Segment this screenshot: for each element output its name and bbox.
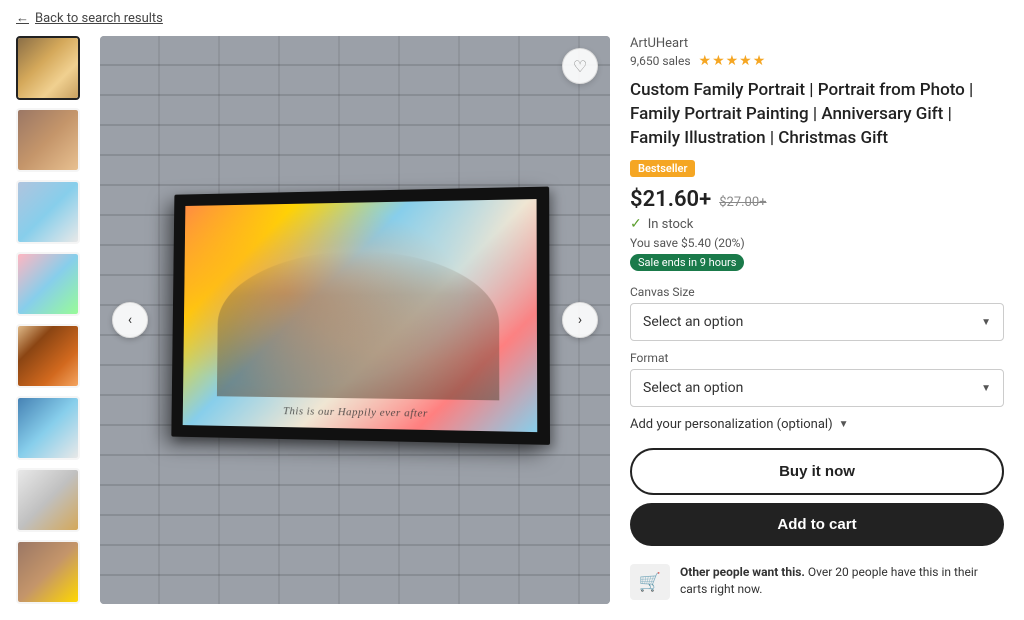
canvas-size-dropdown[interactable]: Select an option ▼ (630, 303, 1004, 341)
product-info-panel: ArtUHeart 9,650 sales ★★★★★ Custom Famil… (626, 36, 1008, 604)
format-value: Select an option (643, 380, 743, 396)
format-label: Format (630, 351, 1004, 365)
social-proof-text: Other people want this. Over 20 people h… (680, 564, 1004, 598)
canvas-size-label: Canvas Size (630, 285, 1004, 299)
personalization-row[interactable]: Add your personalization (optional) ▼ (630, 417, 1004, 432)
cart-icon-box: 🛒 (630, 564, 670, 600)
thumbnail-6-image (18, 398, 78, 458)
back-arrow-icon: ← (16, 10, 29, 26)
bestseller-badge: Bestseller (630, 160, 695, 177)
thumbnail-8-image (18, 542, 78, 602)
buy-now-button[interactable]: Buy it now (630, 448, 1004, 495)
seller-name[interactable]: ArtUHeart (630, 36, 1004, 51)
personalization-expand-icon: ▼ (839, 419, 849, 430)
price-current: $21.60+ (630, 187, 711, 212)
image-next-button[interactable]: › (562, 302, 598, 338)
personalization-label: Add your personalization (optional) (630, 417, 833, 432)
thumbnail-1-image (18, 38, 78, 98)
thumbnail-4[interactable] (16, 252, 80, 316)
format-dropdown[interactable]: Select an option ▼ (630, 369, 1004, 407)
price-row: $21.60+ $27.00+ (630, 187, 1004, 212)
in-stock-label: In stock (648, 217, 694, 232)
thumbnail-2[interactable] (16, 108, 80, 172)
thumbnail-5[interactable] (16, 324, 80, 388)
check-icon: ✓ (630, 216, 642, 232)
main-content: This is our Happily ever after ‹ › ♡ Art… (0, 36, 1024, 620)
thumbnail-8[interactable] (16, 540, 80, 604)
thumbnail-2-image (18, 110, 78, 170)
product-title: Custom Family Portrait | Portrait from P… (630, 79, 1004, 150)
thumbnail-3[interactable] (16, 180, 80, 244)
add-to-cart-button[interactable]: Add to cart (630, 503, 1004, 546)
heart-icon: ♡ (573, 57, 587, 76)
back-link-label: Back to search results (35, 11, 163, 26)
main-image-canvas: This is our Happily ever after (100, 36, 610, 604)
sale-badge: Sale ends in 9 hours (630, 254, 744, 271)
thumbnail-5-image (18, 326, 78, 386)
main-image-area: This is our Happily ever after ‹ › ♡ (100, 36, 610, 604)
social-proof-bold: Other people want this. (680, 565, 805, 579)
canvas-size-field: Canvas Size Select an option ▼ (630, 285, 1004, 341)
seller-stats: 9,650 sales ★★★★★ (630, 53, 1004, 69)
thumbnail-4-image (18, 254, 78, 314)
canvas-size-value: Select an option (643, 314, 743, 330)
thumbnail-7[interactable] (16, 468, 80, 532)
shopping-cart-icon: 🛒 (639, 572, 661, 593)
painting-inner: This is our Happily ever after (183, 199, 538, 432)
page-wrapper: ← Back to search results (0, 0, 1024, 620)
right-arrow-icon: › (578, 312, 582, 328)
canvas-size-arrow-icon: ▼ (981, 317, 991, 328)
social-proof-row: 🛒 Other people want this. Over 20 people… (630, 560, 1004, 600)
image-prev-button[interactable]: ‹ (112, 302, 148, 338)
star-rating: ★★★★★ (699, 53, 767, 69)
sales-count: 9,650 sales (630, 54, 691, 68)
back-to-search-link[interactable]: ← Back to search results (0, 0, 1024, 36)
painting-people-silhouette (217, 250, 500, 401)
format-arrow-icon: ▼ (981, 383, 991, 394)
thumbnail-6[interactable] (16, 396, 80, 460)
in-stock-row: ✓ In stock (630, 216, 1004, 232)
format-field: Format Select an option ▼ (630, 351, 1004, 407)
framed-painting: This is our Happily ever after (171, 187, 550, 445)
favorite-button[interactable]: ♡ (562, 48, 598, 84)
thumbnail-7-image (18, 470, 78, 530)
thumbnail-1[interactable] (16, 36, 80, 100)
thumbnail-3-image (18, 182, 78, 242)
price-original: $27.00+ (719, 195, 766, 210)
savings-text: You save $5.40 (20%) (630, 236, 1004, 250)
left-arrow-icon: ‹ (128, 312, 132, 328)
thumbnail-sidebar (16, 36, 84, 604)
